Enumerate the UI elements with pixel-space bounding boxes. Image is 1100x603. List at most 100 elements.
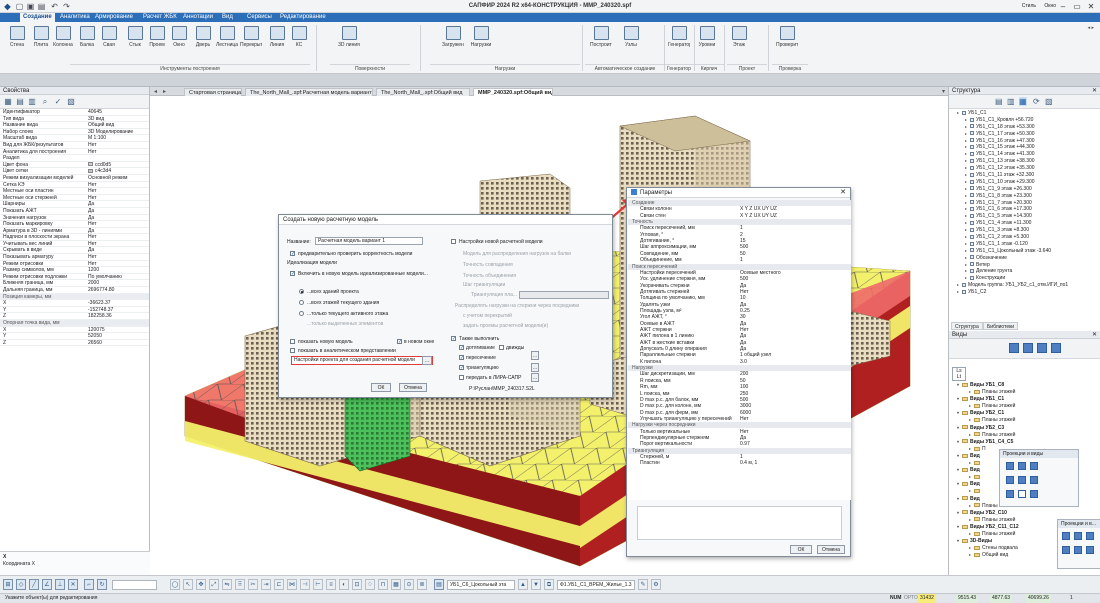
property-value[interactable]: По умолчанию [88, 274, 148, 280]
rotate-icon[interactable]: ↻ [97, 579, 107, 590]
parameters-cancel-button[interactable]: Отмена [817, 545, 845, 554]
structure-tree-item[interactable]: ▸ УБ1_С1_17 этаж +50.300 [949, 131, 1100, 138]
property-value[interactable]: Нет [88, 254, 148, 260]
tree-expand-icon[interactable]: ▤ [995, 97, 1003, 106]
triangulation-input[interactable] [519, 291, 609, 299]
ribbon-tool[interactable]: Нагрузки [470, 25, 492, 57]
parameters-row[interactable]: Укорачивать стержни Да [628, 283, 851, 289]
section-icon[interactable]: ⊡ [352, 579, 362, 590]
snap-perp-icon[interactable]: ⊥ [55, 579, 65, 590]
property-value[interactable]: 3D вид [88, 116, 148, 122]
parameters-value[interactable]: 200 [740, 371, 748, 377]
parameters-row[interactable]: Шаг аппроксимации, мм 500 [628, 244, 851, 250]
visibility-checkbox[interactable] [970, 158, 974, 163]
property-row[interactable]: Местные оси стержней Нет [0, 195, 149, 202]
views-tree-item[interactable]: ▾ Виды УБ2_С10 [951, 509, 1100, 516]
parameters-value[interactable]: Нет [740, 289, 749, 295]
views-tree-item[interactable]: ▾ Виды УБ1_С4_С5 [951, 438, 1100, 445]
parameters-value[interactable]: 3000 [740, 403, 751, 409]
parameters-value[interactable]: 500 [740, 244, 748, 250]
parameters-value[interactable]: Да [740, 302, 746, 308]
proj-camera-icon[interactable] [1030, 490, 1038, 498]
views-tree-item[interactable]: ▸Планы этажей [951, 402, 1100, 409]
radio-active-floor[interactable] [299, 311, 304, 316]
proj2-back-icon[interactable] [1074, 532, 1082, 540]
document-tab[interactable]: The_North_Mall_.spf:Расчетная модель вар… [245, 88, 373, 96]
tab-libraries[interactable]: Библиотеки [983, 322, 1019, 330]
ribbon-tool[interactable]: Этаж [728, 25, 750, 57]
property-value[interactable]: Нет [88, 234, 148, 240]
floor-icon[interactable]: ▤ [434, 579, 444, 590]
property-row[interactable]: Цвет сетки c4c3d4 [0, 168, 149, 175]
measure-icon[interactable]: ⊢ [313, 579, 323, 590]
visibility-checkbox[interactable] [970, 207, 974, 212]
property-row[interactable]: Размер символов, мм 1200 [0, 267, 149, 274]
property-value[interactable]: 120075 [88, 327, 148, 333]
parameters-row[interactable]: Настройки пересечений Осевые местного [628, 270, 851, 276]
visibility-checkbox[interactable] [962, 289, 966, 294]
property-value[interactable]: Нет [88, 261, 148, 267]
views-tree-item[interactable]: ▾ Виды УБ2_С1 [951, 409, 1100, 416]
snap-mid-icon[interactable]: ✕ [68, 579, 78, 590]
proj2-top-icon[interactable] [1074, 546, 1082, 554]
property-value[interactable]: Нет [88, 188, 148, 194]
parameters-row[interactable]: Только вертикальные Нет [628, 429, 851, 435]
visibility-checkbox[interactable] [970, 117, 974, 122]
parameters-value[interactable]: 2 [740, 232, 743, 238]
parameters-row[interactable]: Угол АЖТ, ° 30 [628, 314, 851, 320]
include-ideal-checkbox[interactable]: ✓ [290, 271, 295, 277]
property-value[interactable]: Да [88, 228, 148, 234]
menu-tab[interactable]: Армирование [92, 13, 136, 22]
property-value[interactable]: Да [88, 247, 148, 253]
menu-tab[interactable]: Аналитика [57, 13, 93, 22]
parameters-value[interactable]: Нет [740, 327, 749, 333]
property-value[interactable]: Да [88, 201, 148, 207]
structure-tree-item[interactable]: ▸ УБ1_С1_18 этаж +53.300 [949, 124, 1100, 131]
join-icon[interactable]: ⋈ [287, 579, 297, 590]
parameters-value[interactable]: 10 [740, 295, 746, 301]
parameters-value[interactable]: 1 [740, 454, 743, 460]
intersection-settings-button[interactable]: … [531, 351, 539, 360]
property-row[interactable]: Z 26560 [0, 340, 149, 347]
parameters-value[interactable]: X Y Z UX UY UZ [740, 206, 777, 212]
view-add-folder-icon[interactable] [1023, 343, 1033, 353]
views-close-icon[interactable]: ✕ [1092, 331, 1097, 339]
visibility-checkbox[interactable] [970, 214, 974, 219]
property-row[interactable]: Аналитика для построения Нет [0, 149, 149, 156]
property-row[interactable]: Учитывать вес линий Нет [0, 241, 149, 248]
parameters-value[interactable]: 0.25 [740, 308, 750, 314]
proj-top-icon[interactable] [1018, 476, 1026, 484]
ribbon-tool[interactable]: Загружения [442, 25, 464, 57]
visibility-checkbox[interactable] [970, 276, 974, 281]
property-row[interactable]: Тип вида 3D вид [0, 116, 149, 123]
ribbon-tool[interactable]: Проверить [776, 25, 798, 57]
new-model-settings-checkbox[interactable] [451, 239, 456, 244]
level-icon[interactable]: ≣ [417, 579, 427, 590]
property-value[interactable]: 1200 [88, 267, 148, 273]
move-icon[interactable]: ✥ [196, 579, 206, 590]
ribbon-tool[interactable]: Узлы [620, 25, 642, 57]
ribbon-tool[interactable]: Окно [168, 25, 190, 57]
grid-icon[interactable]: ▦ [391, 579, 401, 590]
parameters-value[interactable]: Нет [740, 416, 749, 422]
menu-tab[interactable]: Сервисы [244, 13, 275, 22]
parameters-row[interactable]: Порог вертикальности 0.97 [628, 441, 851, 447]
property-value[interactable]: Нет [88, 195, 148, 201]
property-value[interactable]: Нет [88, 182, 148, 188]
structure-tree-item[interactable]: ▸ УБ1_С1_11 этаж +32.300 [949, 172, 1100, 179]
parameters-row[interactable]: Перпендикулярные стержням Да [628, 435, 851, 441]
ribbon-tool[interactable]: Свая [98, 25, 120, 57]
proj-left-icon[interactable] [1030, 462, 1038, 470]
parameters-value[interactable]: 3.0 [740, 359, 747, 365]
tree-refresh-icon[interactable]: ⟳ [1033, 97, 1040, 106]
structure-tree-item[interactable]: ▸ УБ1_С1_14 этаж +41.300 [949, 151, 1100, 158]
search-icon[interactable]: ⌕ [40, 97, 50, 107]
visibility-checkbox[interactable] [970, 131, 974, 136]
structure-tree-item[interactable]: ▸ УБ1_С1_3 этаж +8.300 [949, 227, 1100, 234]
parameters-value[interactable]: 250 [740, 391, 748, 397]
property-row[interactable]: Режим визуализации моделей Основной режим [0, 175, 149, 182]
parameters-row[interactable]: Толщина по умолчанию, мм 10 [628, 295, 851, 301]
visibility-checkbox[interactable] [970, 200, 974, 205]
parameters-row[interactable]: Поиск пересечений, мм 1 [628, 225, 851, 231]
property-value[interactable]: 3D Моделирование [88, 129, 148, 135]
